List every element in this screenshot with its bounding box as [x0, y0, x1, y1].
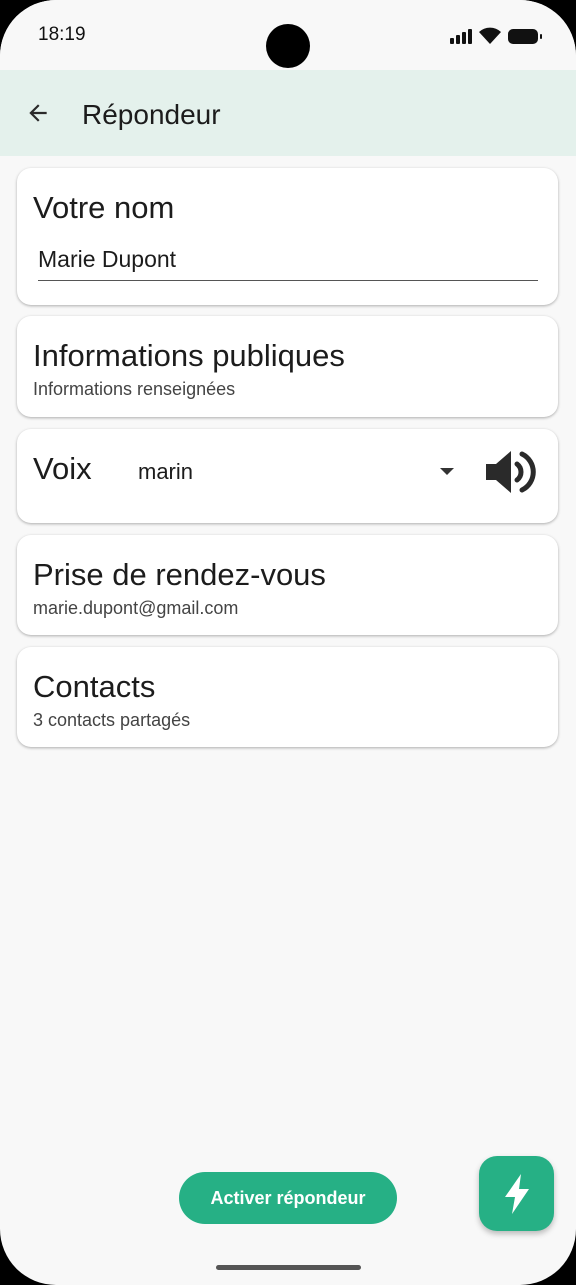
app-bar: Répondeur [0, 70, 576, 156]
public-info-card[interactable]: Informations publiques Informations rens… [17, 316, 558, 417]
dropdown-arrow-icon [440, 468, 454, 475]
wifi-icon [479, 27, 501, 44]
voice-selected-value: marin [138, 459, 194, 484]
contacts-subtitle: 3 contacts partagés [33, 710, 191, 730]
battery-icon [508, 28, 542, 44]
contacts-title: Contacts [33, 669, 156, 704]
public-info-title: Informations publiques [33, 338, 345, 373]
signal-icon [450, 28, 472, 44]
front-camera [266, 24, 310, 68]
voice-card-title: Voix [33, 451, 92, 486]
lightning-bolt-icon[interactable] [479, 1156, 554, 1231]
appointment-email: marie.dupont@gmail.com [33, 598, 239, 618]
voice-select[interactable]: marin [138, 457, 458, 487]
voice-card: Voix marin [17, 429, 558, 523]
name-field[interactable] [38, 242, 538, 281]
name-card: Votre nom [17, 168, 558, 305]
speaker-icon[interactable] [484, 447, 540, 497]
arrow-back-icon[interactable] [20, 95, 56, 131]
page-title: Répondeur [82, 99, 221, 130]
appointment-title: Prise de rendez-vous [33, 557, 326, 592]
contacts-card[interactable]: Contacts 3 contacts partagés [17, 647, 558, 747]
name-card-title: Votre nom [33, 190, 175, 225]
phone-screen: 18:19 Répondeur Votre nom Informations p… [0, 0, 576, 1285]
status-time: 18:19 [38, 24, 86, 45]
status-icons [450, 25, 542, 47]
home-indicator [216, 1265, 361, 1270]
activate-answering-button[interactable]: Activer répondeur [179, 1172, 397, 1224]
status-bar: 18:19 [0, 0, 576, 70]
public-info-subtitle: Informations renseignées [33, 379, 236, 399]
appointment-card[interactable]: Prise de rendez-vous marie.dupont@gmail.… [17, 535, 558, 635]
